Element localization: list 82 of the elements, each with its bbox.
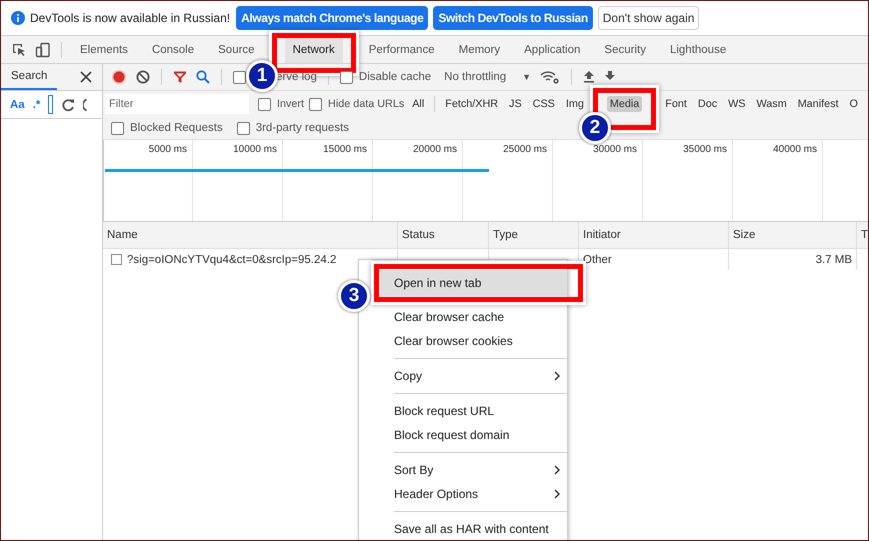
third-party-label: 3rd-party requests	[256, 122, 350, 134]
menu-item[interactable]: Clear browser cookies	[379, 329, 567, 353]
checkbox[interactable]	[309, 98, 322, 110]
table-cell: ?sig=oIONcYTVqu4&ct=0&srcIp=95.24.2	[127, 254, 336, 266]
menu-item[interactable]: Block request URL	[379, 399, 567, 423]
type-filter[interactable]: Manifest	[794, 96, 842, 112]
column-header[interactable]: Status	[398, 222, 489, 248]
type-filter[interactable]: Media	[606, 96, 642, 112]
disable-cache-label: Disable cache	[358, 71, 432, 83]
blocked-requests-label: Blocked Requests	[130, 122, 223, 134]
checkbox[interactable]	[236, 122, 250, 134]
menu-item[interactable]: Header Options	[379, 482, 567, 506]
tick-label: 20000 ms	[413, 144, 457, 155]
throttling-dropdown[interactable]: No throttling ▼	[444, 71, 532, 83]
refresh-icon[interactable]	[61, 98, 76, 112]
table-cell: 3.7 MB	[816, 254, 852, 266]
panel-tab[interactable]: Console	[144, 36, 202, 62]
panel-tab[interactable]: Source	[210, 36, 263, 62]
record-icon[interactable]	[111, 69, 127, 85]
info-message: DevTools is now available in Russian!	[30, 11, 230, 25]
column-header[interactable]: Type	[489, 222, 579, 248]
checkbox[interactable]	[111, 122, 124, 134]
step-badge: 3	[338, 280, 370, 312]
panel-tab[interactable]: Application	[516, 36, 588, 62]
infobar-button[interactable]: Don't show again	[598, 6, 700, 30]
type-filter[interactable]: Img	[562, 96, 587, 112]
throttling-value: No throttling	[444, 71, 506, 83]
menu-item[interactable]: Sort By	[379, 458, 567, 482]
menu-item[interactable]: Block request domain	[379, 423, 567, 447]
caret-icon: ▼	[522, 72, 532, 82]
type-filter[interactable]: All	[409, 96, 428, 112]
case-toggle[interactable]: Aa	[10, 98, 25, 110]
type-filter[interactable]: CSS	[530, 96, 558, 112]
upload-icon[interactable]	[583, 70, 596, 84]
table-cell: Other	[583, 254, 612, 266]
column-header[interactable]: Initiator	[579, 222, 729, 248]
tick-label: 40000 ms	[773, 144, 817, 155]
tick-label: 25000 ms	[503, 144, 547, 155]
device-icon[interactable]	[35, 42, 51, 58]
panel-tab[interactable]: Lighthouse	[662, 36, 734, 62]
type-filter[interactable]: Doc	[694, 96, 720, 112]
menu-item[interactable]: Save all as HAR with content	[379, 517, 567, 540]
tick-label: 5000 ms	[148, 144, 187, 155]
tick-label: 30000 ms	[593, 144, 637, 155]
checkbox[interactable]	[111, 254, 122, 265]
panel-tab[interactable]: Security	[596, 36, 654, 62]
tick-label: 15000 ms	[323, 144, 367, 155]
type-filter[interactable]: Wasm	[754, 96, 790, 112]
close-icon[interactable]	[80, 71, 92, 83]
panel-tab[interactable]: Performance	[360, 36, 443, 62]
panel-tab[interactable]: Memory	[450, 36, 508, 62]
wifi-gear-icon[interactable]	[540, 70, 560, 84]
menu-item[interactable]: Clear browser cache	[379, 305, 567, 329]
type-filter[interactable]: O	[846, 96, 861, 112]
filter-field[interactable]: Filter	[105, 94, 249, 114]
tick-label: 35000 ms	[683, 144, 727, 155]
column-header[interactable]: Name	[103, 222, 398, 248]
hide-data-urls-label: Hide data URLs	[328, 98, 404, 110]
menu-item[interactable]: Copy	[379, 364, 567, 388]
infobar-button[interactable]: Always match Chrome's language	[236, 6, 428, 30]
menu-item[interactable]: Open in new tab	[379, 270, 567, 296]
funnel-icon[interactable]	[173, 70, 187, 84]
checkbox[interactable]	[233, 70, 246, 84]
type-filter[interactable]: Font	[662, 96, 690, 112]
panel-tab[interactable]: Network	[284, 36, 343, 62]
step-badge: 1	[246, 60, 278, 92]
search-field[interactable]	[48, 95, 54, 114]
checkbox[interactable]	[258, 98, 271, 110]
tick-label: 10000 ms	[233, 144, 277, 155]
inspect-icon[interactable]	[11, 42, 27, 58]
invert-label: Invert	[277, 98, 304, 110]
infobar-button[interactable]: Switch DevTools to Russian	[433, 6, 593, 30]
panel-tab[interactable]: Elements	[72, 36, 136, 62]
column-header[interactable]: T	[857, 222, 868, 248]
type-filter[interactable]: JS	[506, 96, 525, 112]
type-filter[interactable]: WS	[725, 96, 748, 112]
search-icon[interactable]	[196, 70, 210, 84]
type-filter[interactable]: Fetch/XHR	[442, 96, 502, 112]
regex-toggle[interactable]: .*	[32, 98, 40, 110]
column-header[interactable]: Size	[729, 222, 857, 248]
step-badge: 2	[578, 112, 611, 144]
info-icon	[11, 11, 25, 25]
